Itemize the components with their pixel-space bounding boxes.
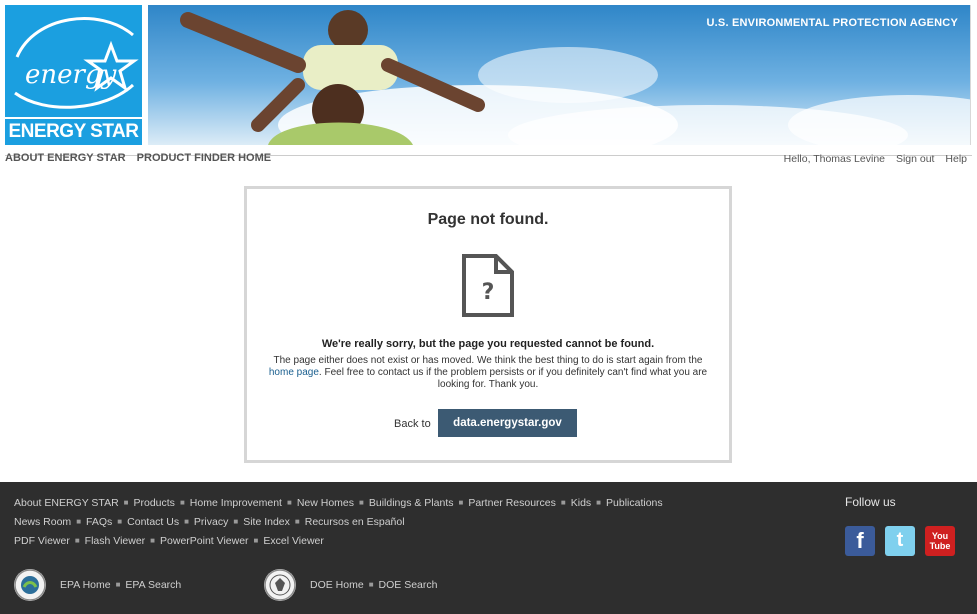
footer-link[interactable]: Buildings & Plants (369, 497, 454, 509)
footer-link[interactable]: Excel Viewer (263, 535, 324, 547)
document-question-icon: ? (462, 254, 514, 317)
footer-link[interactable]: FAQs (86, 516, 112, 528)
nav-product-finder-home[interactable]: PRODUCT FINDER HOME (137, 152, 271, 164)
separator: ■ (359, 498, 364, 507)
separator: ■ (368, 580, 374, 589)
epa-links: EPA Home ■ EPA Search (60, 579, 181, 591)
error-card: Page not found. ? We're really sorry, bu… (244, 186, 732, 463)
youtube-icon[interactable]: You Tube (925, 526, 955, 556)
footer-links-row-2: News Room ■ FAQs ■ Contact Us ■ Privacy ■ Site I… (14, 516, 405, 528)
description-part-1: The page either does not exist or has mo… (273, 355, 703, 366)
separator: ■ (184, 517, 189, 526)
footer-link[interactable]: Partner Resources (468, 497, 556, 509)
back-to-site-button[interactable]: data.energystar.gov (438, 409, 577, 437)
separator: ■ (76, 517, 82, 526)
doe-links: DOE Home ■ DOE Search (310, 579, 437, 591)
epa-seal-icon[interactable] (14, 569, 46, 601)
separator: ■ (74, 536, 80, 545)
footer-link[interactable]: Kids (571, 497, 591, 509)
separator: ■ (596, 498, 602, 507)
energy-star-logo[interactable]: energy ENERGY STAR (5, 5, 142, 145)
footer-links-row-1: About ENERGY STAR ■ Products ■ Home Improvem… (14, 497, 663, 509)
footer-links-row-3: PDF Viewer ■ Flash Viewer ■ PowerPoint Viewe… (14, 535, 324, 547)
separator: ■ (458, 498, 464, 507)
agency-label: U.S. ENVIRONMENTAL PROTECTION AGENCY (706, 17, 958, 29)
back-label: Back to (394, 418, 431, 430)
footer-link[interactable]: Flash Viewer (85, 535, 146, 547)
footer-link[interactable]: PowerPoint Viewer (160, 535, 249, 547)
epa-search-link[interactable]: EPA Search (125, 579, 181, 591)
energy-star-logo-mark: energy (14, 17, 139, 109)
logo-text: ENERGY STAR (8, 121, 140, 142)
footer-link[interactable]: About ENERGY STAR (14, 497, 119, 509)
twitter-icon[interactable]: t (885, 526, 915, 556)
footer: About ENERGY STAR ■ Products ■ Home Improvem… (0, 482, 977, 614)
footer-link[interactable]: News Room (14, 516, 71, 528)
separator: ■ (150, 536, 156, 545)
footer-link[interactable]: New Homes (297, 497, 354, 509)
page-title: Page not found. (427, 211, 549, 228)
separator: ■ (253, 536, 259, 545)
sign-out-link[interactable]: Sign out (896, 153, 935, 165)
footer-link[interactable]: Privacy (194, 516, 228, 528)
twitter-glyph: t (896, 529, 904, 551)
hero-banner: U.S. ENVIRONMENTAL PROTECTION AGENCY (148, 5, 971, 145)
main-nav: ABOUT ENERGY STAR PRODUCT FINDER HOME (5, 152, 279, 164)
help-link[interactable]: Help (945, 153, 967, 165)
separator: ■ (123, 498, 129, 507)
separator: ■ (115, 580, 121, 589)
separator: ■ (179, 498, 185, 507)
description-part-2: . Feel free to contact us if the problem… (318, 367, 708, 390)
separator: ■ (294, 517, 300, 526)
separator: ■ (560, 498, 566, 507)
footer-link[interactable]: Recursos en Español (305, 516, 405, 528)
doe-search-link[interactable]: DOE Search (379, 579, 438, 591)
svg-text:?: ? (482, 280, 495, 305)
facebook-icon[interactable]: f (845, 526, 875, 556)
footer-link[interactable]: Site Index (243, 516, 290, 528)
footer-link[interactable]: Home Improvement (190, 497, 282, 509)
logo-script-text: energy (25, 60, 117, 90)
doe-home-link[interactable]: DOE Home (310, 579, 364, 591)
separator: ■ (286, 498, 292, 507)
user-nav: Hello, Thomas Levine Sign out Help (776, 153, 967, 165)
youtube-glyph: You Tube (929, 531, 951, 551)
apology-text: We're really sorry, but the page you req… (321, 338, 655, 350)
doe-seal-icon[interactable] (264, 569, 296, 601)
facebook-glyph: f (856, 528, 864, 553)
home-page-link[interactable]: home page (269, 367, 319, 378)
nav-about-energy-star[interactable]: ABOUT ENERGY STAR (5, 152, 126, 164)
description-text: The page either does not exist or has mo… (261, 355, 715, 391)
epa-home-link[interactable]: EPA Home (60, 579, 111, 591)
footer-link[interactable]: Products (134, 497, 175, 509)
follow-us-label: Follow us (845, 495, 896, 509)
user-greeting: Hello, Thomas Levine (783, 153, 886, 165)
separator: ■ (117, 517, 123, 526)
footer-link[interactable]: Publications (606, 497, 663, 509)
footer-link[interactable]: Contact Us (127, 516, 179, 528)
footer-link[interactable]: PDF Viewer (14, 535, 70, 547)
separator: ■ (233, 517, 239, 526)
